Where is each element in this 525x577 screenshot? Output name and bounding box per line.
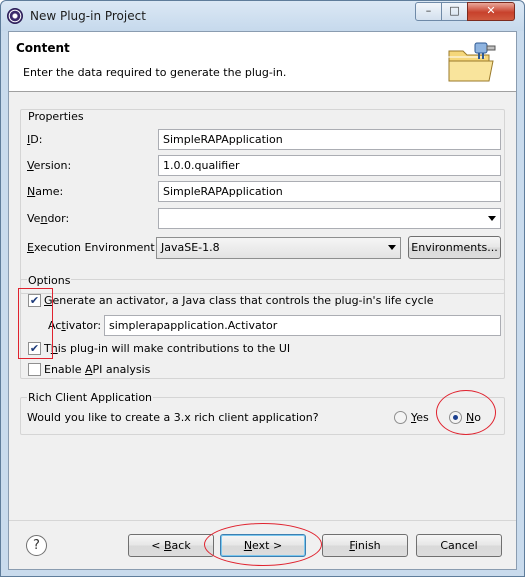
execution-environment-value: JavaSE-1.8 [161,241,220,254]
no-label: No [466,411,481,424]
id-field[interactable]: SimpleRAPApplication [158,129,501,150]
new-plugin-project-window: New Plug-in Project – □ ✕ Content Enter … [0,0,525,577]
name-field[interactable]: SimpleRAPApplication [158,181,501,202]
rich-client-question: Would you like to create a 3.x rich clie… [27,411,319,424]
no-radio[interactable] [449,411,462,424]
properties-group-title: Properties [27,110,85,123]
finish-label: inish [354,539,381,552]
next-button[interactable]: Next > [220,534,306,557]
page-title: Content [16,41,70,55]
vendor-label: Vendor: [27,212,70,225]
eclipse-icon [7,8,23,24]
generate-activator-label: Generate an activator, a Java class that… [44,294,434,307]
execution-environment-combo[interactable]: JavaSE-1.8 [156,237,401,259]
cancel-label: Cancel [440,539,478,552]
options-group-title: Options [27,274,72,287]
finish-button[interactable]: Finish [322,534,408,557]
activator-label: Activator: [48,319,102,332]
back-arrow: < [151,539,164,552]
back-button[interactable]: < Back [128,534,214,557]
back-label: ack [171,539,191,552]
wizard-header: Content Enter the data required to gener… [9,32,516,92]
help-icon[interactable]: ? [26,535,47,556]
generate-activator-checkbox[interactable]: ✔ [28,294,41,307]
id-label: ID: [27,133,43,146]
title-bar[interactable]: New Plug-in Project – □ ✕ [1,1,524,31]
chevron-down-icon [488,216,496,221]
environments-button[interactable]: Environments... [408,236,501,259]
version-label: Version: [27,159,72,172]
maximize-button[interactable]: □ [441,2,468,21]
back-mnemonic: B [164,539,172,552]
name-label: Name: [27,185,64,198]
api-analysis-checkbox[interactable] [28,363,41,376]
chevron-down-icon [388,245,396,250]
rich-client-group-title: Rich Client Application [27,391,154,404]
version-field[interactable]: 1.0.0.qualifier [158,155,501,176]
vendor-combo[interactable] [158,208,501,229]
api-analysis-label: Enable API analysis [44,363,151,376]
yes-label: Yes [411,411,429,424]
window-title: New Plug-in Project [30,9,146,23]
cancel-button[interactable]: Cancel [416,534,502,557]
wizard-client-area: Content Enter the data required to gener… [8,31,517,570]
footer-separator [9,520,516,521]
environments-button-label: Environments... [411,241,498,254]
execution-environment-label: Execution Environment: [27,241,159,254]
plugin-folder-icon [447,42,496,82]
ui-contributions-label: This plug-in will make contributions to … [44,342,291,355]
page-description: Enter the data required to generate the … [23,66,287,79]
yes-radio[interactable] [394,411,407,424]
close-button[interactable]: ✕ [467,2,515,21]
next-label: ext > [252,539,283,552]
activator-field[interactable]: simplerapapplication.Activator [104,315,501,336]
ui-contributions-checkbox[interactable]: ✔ [28,342,41,355]
next-mnemonic: N [243,539,253,552]
minimize-button[interactable]: – [415,2,442,21]
